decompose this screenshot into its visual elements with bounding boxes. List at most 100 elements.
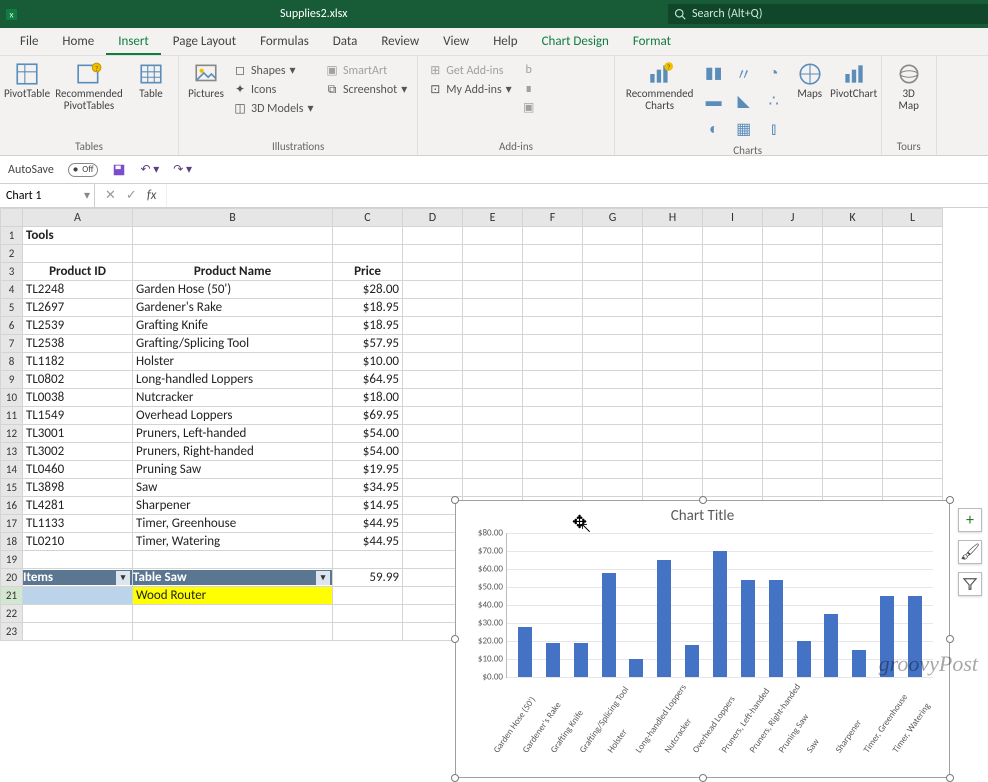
chart-area-button[interactable]: ◣ [731,90,757,112]
pivotchart-button[interactable]: PivotChart [833,60,875,100]
get-addins-button[interactable]: ⊞Get Add-ins [424,62,515,79]
table-row[interactable]: 9TL0802Long-handled Loppers$64.95 [1,371,943,389]
row-header[interactable]: 8 [1,353,23,371]
save-button[interactable] [112,163,126,177]
chart-filters-button[interactable] [958,572,982,596]
screenshot-button[interactable]: ⧉Screenshot ▾ [321,81,411,98]
chevron-down-icon[interactable]: ▾ [84,188,94,203]
row-header[interactable]: 23 [1,623,23,641]
chart-bar[interactable] [546,643,560,677]
row-header[interactable]: 13 [1,443,23,461]
cell[interactable]: Nutcracker [133,389,333,407]
cell[interactable]: Product ID [23,263,133,281]
bing-maps-button[interactable]: b [518,62,608,78]
accept-formula-icon[interactable]: ✓ [126,188,137,203]
chart-bar[interactable] [741,580,755,677]
cell[interactable]: TL3002 [23,443,133,461]
chart-bar[interactable] [629,659,643,677]
name-box-input[interactable] [6,189,76,203]
cell[interactable]: TL2697 [23,299,133,317]
3d-map-button[interactable]: 3D Map [888,60,930,112]
row-header[interactable]: 11 [1,407,23,425]
row-header[interactable]: 15 [1,479,23,497]
formula-input[interactable] [167,184,988,207]
cell[interactable]: Wood Router [133,587,333,605]
chart-column-button[interactable]: ▮▮ [701,62,727,84]
col-header[interactable]: L [883,209,943,227]
chart-bar[interactable] [797,641,811,677]
row-header[interactable]: 3 [1,263,23,281]
tab-data[interactable]: Data [321,28,370,55]
chart-bar[interactable] [518,627,532,677]
filter-dropdown-icon[interactable]: ▾ [116,571,130,585]
tab-view[interactable]: View [431,28,481,55]
pivottable-button[interactable]: PivotTable [6,60,48,100]
cell[interactable]: TL0802 [23,371,133,389]
chart-bar[interactable] [824,614,838,677]
worksheet[interactable]: A B C D E F G H I J K L 1Tools 2 3 Produ… [0,208,988,641]
cell[interactable]: $18.95 [333,317,403,335]
row-header[interactable]: 22 [1,605,23,623]
resize-handle[interactable] [451,774,459,782]
tab-insert[interactable]: Insert [106,28,161,55]
chart-bar[interactable] [685,645,699,677]
tab-formulas[interactable]: Formulas [248,28,321,55]
table-row[interactable]: 12TL3001Pruners, Left-handed$54.00 [1,425,943,443]
cell[interactable]: Timer, Watering [133,533,333,551]
smartart-button[interactable]: ▣SmartArt [321,62,411,79]
cell[interactable]: $57.95 [333,335,403,353]
row-header[interactable]: 4 [1,281,23,299]
table-row[interactable]: 13TL3002Pruners, Right-handed$54.00 [1,443,943,461]
chart-bar[interactable] [852,650,866,677]
chart-elements-button[interactable]: + [958,508,982,532]
row-header[interactable]: 18 [1,533,23,551]
chart-combo-button[interactable]: ⫾ [761,118,787,140]
cell[interactable]: TL1549 [23,407,133,425]
table-row[interactable]: 10TL0038Nutcracker$18.00 [1,389,943,407]
cell[interactable]: Long-handled Loppers [133,371,333,389]
cell[interactable]: Pruners, Left-handed [133,425,333,443]
table-button[interactable]: Table [130,60,172,100]
cell[interactable]: 59.99 [333,569,403,587]
row-header[interactable]: 21 [1,587,23,605]
filter-dropdown-icon[interactable]: ▾ [316,571,330,585]
col-header[interactable]: J [763,209,823,227]
cell[interactable]: $44.95 [333,515,403,533]
visio-button[interactable]: ▣ [518,99,608,116]
row-header[interactable]: 5 [1,299,23,317]
cell[interactable]: $64.95 [333,371,403,389]
tab-file[interactable]: File [8,28,50,55]
row-header[interactable]: 2 [1,245,23,263]
column-headers[interactable]: A B C D E F G H I J K L [1,209,943,227]
maps-button[interactable]: Maps [789,60,831,100]
undo-button[interactable]: ↶ ▾ [140,162,159,177]
search-box[interactable] [668,4,988,24]
cell[interactable]: TL0210 [23,533,133,551]
name-box[interactable]: ▾ [0,184,95,207]
cell[interactable]: Tools [23,227,133,245]
col-header[interactable]: G [583,209,643,227]
tab-chart-design[interactable]: Chart Design [530,28,621,55]
cell[interactable]: TL1182 [23,353,133,371]
chart-bar[interactable] [602,573,616,677]
row-header[interactable]: 10 [1,389,23,407]
resize-handle[interactable] [699,496,707,504]
table-row[interactable]: 6TL2539Grafting Knife$18.95 [1,317,943,335]
table-row[interactable]: 11TL1549Overhead Loppers$69.95 [1,407,943,425]
col-header[interactable]: F [523,209,583,227]
cell[interactable]: $69.95 [333,407,403,425]
cell[interactable]: Sharpener [133,497,333,515]
chart-stock-button[interactable]: ◐ [701,118,727,140]
chart-bar[interactable] [769,580,783,677]
tab-format[interactable]: Format [621,28,683,55]
resize-handle[interactable] [946,496,954,504]
row-header[interactable]: 20 [1,569,23,587]
cell[interactable]: Garden Hose (50') [133,281,333,299]
row-header[interactable]: 19 [1,551,23,569]
my-addins-button[interactable]: ⊡My Add-ins ▾ [424,81,515,98]
col-header[interactable]: C [333,209,403,227]
row-header[interactable]: 1 [1,227,23,245]
cell[interactable]: $18.00 [333,389,403,407]
row-header[interactable]: 9 [1,371,23,389]
cell[interactable]: Grafting/Splicing Tool [133,335,333,353]
